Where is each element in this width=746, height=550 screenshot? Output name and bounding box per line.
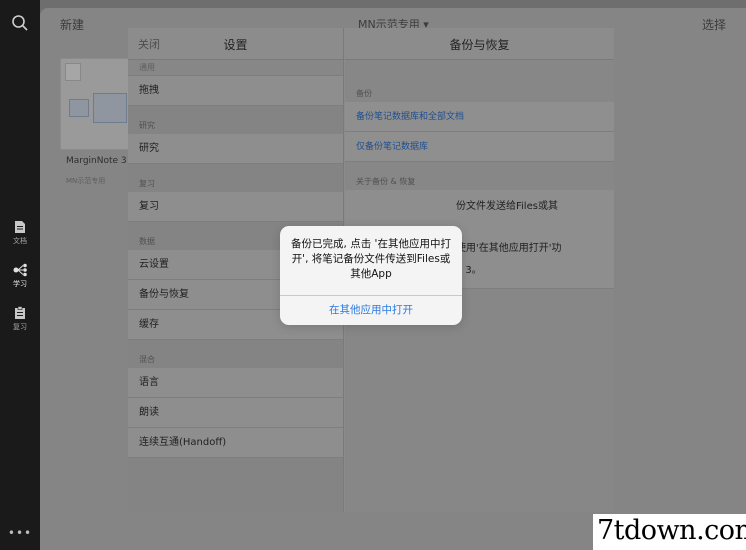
document-name: MarginNote 3 A	[66, 156, 136, 166]
settings-item-handoff[interactable]: 连续互通(Handoff)	[128, 428, 343, 458]
thumbnail-block	[93, 93, 127, 123]
settings-item-drag[interactable]: 拖拽	[128, 76, 343, 106]
section-header: 研究	[139, 121, 155, 130]
search-icon[interactable]	[11, 14, 29, 32]
sidebar-item-review[interactable]: 复习	[0, 306, 40, 332]
settings-item-review[interactable]: 复习	[128, 192, 343, 222]
sidebar-item-label: 文档	[13, 237, 27, 245]
select-button[interactable]: 选择	[702, 16, 726, 33]
alert-message: 备份已完成, 点击 '在其他应用中打开', 将笔记备份文件传送到Files或其他…	[291, 238, 451, 280]
backup-all-button[interactable]: 备份笔记数据库和全部文档	[345, 102, 614, 132]
settings-item-research[interactable]: 研究	[128, 134, 343, 164]
left-sidebar: 文档 学习 复习 •••	[0, 0, 40, 550]
settings-item-read-aloud[interactable]: 朗读	[128, 398, 343, 428]
sidebar-item-documents[interactable]: 文档	[0, 220, 40, 246]
thumbnail-block	[69, 99, 89, 117]
section-header: 复习	[139, 179, 155, 188]
backup-complete-alert: 备份已完成, 点击 '在其他应用中打开', 将笔记备份文件传送到Files或其他…	[280, 226, 462, 325]
section-header: 混合	[139, 355, 155, 364]
sidebar-item-study[interactable]: 学习	[0, 263, 40, 289]
backup-header: 备份与恢复	[345, 28, 614, 60]
watermark: 7tdown.com	[593, 514, 746, 550]
more-icon[interactable]: •••	[0, 526, 40, 540]
document-card[interactable]: MarginNote 3 A MN示范专用	[60, 58, 136, 188]
backup-title: 备份与恢复	[449, 38, 510, 52]
document-thumbnail	[60, 58, 130, 150]
section-header: 备份	[356, 89, 372, 98]
open-in-other-app-button[interactable]: 在其他应用中打开	[280, 295, 462, 325]
document-icon	[15, 221, 25, 233]
section-header: 关于备份 & 恢复	[356, 177, 416, 186]
about-text: 份文件发送给Files或其	[456, 201, 558, 212]
section-header: 通用	[128, 60, 343, 76]
watermark-text: 7tdown.com	[597, 515, 746, 546]
backup-database-only-button[interactable]: 仅备份笔记数据库	[345, 132, 614, 162]
sidebar-item-label: 学习	[13, 280, 27, 288]
settings-item-language[interactable]: 语言	[128, 368, 343, 398]
file-icon	[65, 63, 81, 81]
new-button[interactable]: 新建	[60, 16, 84, 33]
settings-title: 设置	[223, 38, 248, 52]
document-subtitle: MN示范专用	[66, 177, 106, 185]
sidebar-item-label: 复习	[13, 323, 27, 331]
settings-header: 关闭 设置	[128, 28, 343, 60]
review-icon	[15, 306, 25, 319]
mindmap-icon	[13, 263, 27, 277]
